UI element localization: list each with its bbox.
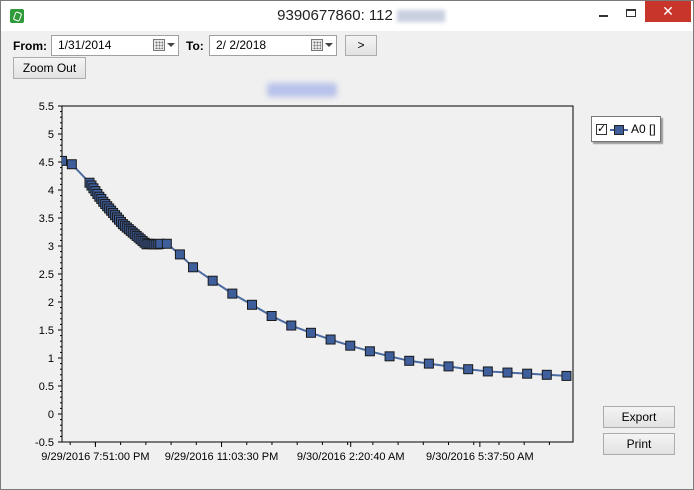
data-point bbox=[561, 370, 572, 381]
export-label: Export bbox=[621, 410, 657, 424]
y-tick-label: 1 bbox=[48, 353, 54, 365]
print-label: Print bbox=[626, 437, 652, 451]
data-point bbox=[66, 159, 77, 170]
checkmark-icon: ✓ bbox=[597, 123, 607, 135]
data-point bbox=[188, 262, 199, 273]
data-point bbox=[404, 355, 415, 366]
legend-checkbox[interactable]: ✓ bbox=[596, 124, 607, 135]
data-point bbox=[266, 311, 277, 321]
plot-area bbox=[61, 105, 574, 443]
y-tick-label: 5 bbox=[48, 129, 54, 141]
data-point bbox=[286, 320, 297, 331]
data-point bbox=[502, 367, 513, 378]
chart-window: 9390677860: 112 ✕ From: 1/31/2014 To: 2/… bbox=[0, 0, 694, 490]
y-tick-label: 0.5 bbox=[39, 381, 54, 393]
legend-marker-icon bbox=[614, 125, 624, 135]
data-point bbox=[345, 340, 356, 351]
x-tick-label: 9/30/2016 2:20:40 AM bbox=[297, 451, 405, 463]
legend: ✓ A0 [] bbox=[591, 116, 661, 142]
y-tick-label: -0.5 bbox=[35, 437, 54, 449]
legend-series-label: A0 [] bbox=[631, 122, 656, 136]
data-point bbox=[541, 369, 552, 380]
y-tick-label: 4.5 bbox=[39, 157, 54, 169]
data-point bbox=[62, 155, 67, 166]
y-tick-label: 5.5 bbox=[39, 101, 54, 113]
data-point bbox=[482, 366, 493, 377]
y-tick-label: 2.5 bbox=[39, 269, 54, 281]
y-tick-label: 1.5 bbox=[39, 325, 54, 337]
data-point bbox=[174, 249, 185, 260]
data-point bbox=[463, 364, 474, 375]
data-point bbox=[246, 299, 257, 310]
data-point bbox=[423, 358, 434, 369]
y-tick-label: 4 bbox=[48, 185, 54, 197]
y-tick-label: 3.5 bbox=[39, 213, 54, 225]
print-button[interactable]: Print bbox=[603, 433, 675, 455]
y-tick-label: 3 bbox=[48, 241, 54, 253]
data-point bbox=[161, 238, 172, 249]
export-button[interactable]: Export bbox=[603, 406, 675, 428]
data-point bbox=[227, 288, 238, 299]
x-tick-label: 9/30/2016 5:37:50 AM bbox=[426, 451, 534, 463]
data-point bbox=[305, 327, 316, 338]
line-chart: -0.5 0 0.5 1 1.5 2 2.5 3 3.5 4 4.5 5 5.5 9/29/2016 7:… bbox=[35, 101, 574, 463]
x-tick-label: 9/29/2016 7:51:00 PM bbox=[41, 451, 149, 463]
data-point bbox=[443, 361, 454, 372]
data-point bbox=[207, 275, 218, 286]
data-point bbox=[325, 334, 336, 345]
x-tick-label: 9/29/2016 11:03:30 PM bbox=[165, 451, 279, 463]
y-tick-label: 2 bbox=[48, 297, 54, 309]
y-tick-label: 0 bbox=[48, 409, 54, 421]
data-point bbox=[364, 346, 375, 357]
data-point bbox=[522, 368, 533, 379]
data-point bbox=[384, 351, 395, 362]
